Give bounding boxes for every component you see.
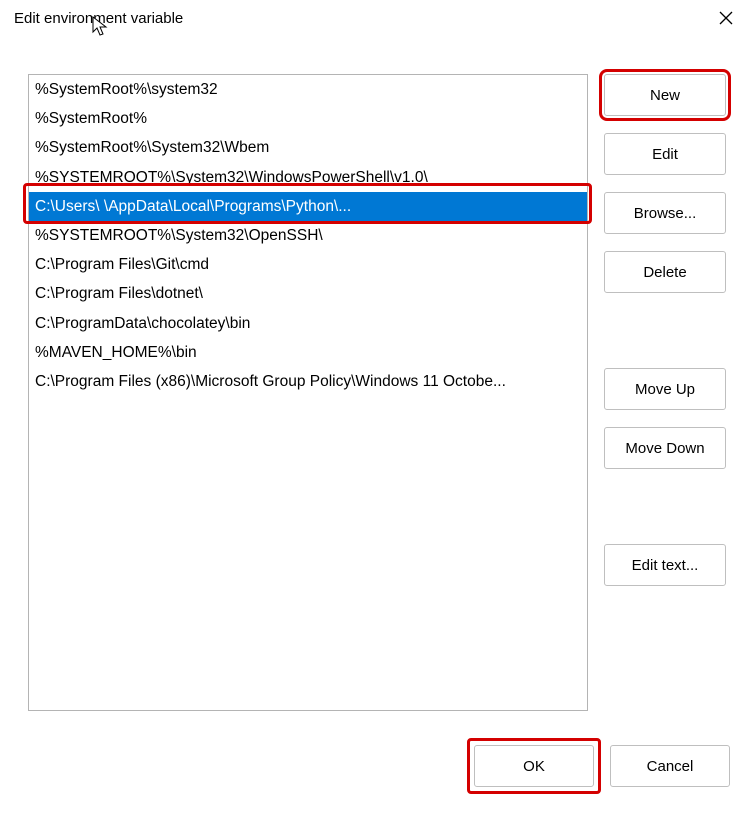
window-title: Edit environment variable bbox=[14, 10, 183, 27]
list-item[interactable]: %SystemRoot% bbox=[29, 104, 587, 133]
dialog-bottom-row: OK Cancel bbox=[0, 711, 754, 787]
close-icon bbox=[719, 11, 733, 25]
list-item[interactable]: %SYSTEMROOT%\System32\WindowsPowerShell\… bbox=[29, 163, 587, 192]
move-down-button[interactable]: Move Down bbox=[604, 427, 726, 469]
list-item[interactable]: C:\Program Files\Git\cmd bbox=[29, 250, 587, 279]
browse-button[interactable]: Browse... bbox=[604, 192, 726, 234]
list-item[interactable]: %SystemRoot%\system32 bbox=[29, 75, 587, 104]
ok-button[interactable]: OK bbox=[474, 745, 594, 787]
list-item[interactable]: C:\Program Files\dotnet\ bbox=[29, 279, 587, 308]
list-item[interactable]: %SystemRoot%\System32\Wbem bbox=[29, 133, 587, 162]
side-buttons: New Edit Browse... Delete Move Up Move D… bbox=[604, 74, 726, 711]
ok-highlight-wrap: OK bbox=[474, 745, 594, 787]
list-item[interactable]: C:\ProgramData\chocolatey\bin bbox=[29, 309, 587, 338]
list-item[interactable]: %SYSTEMROOT%\System32\OpenSSH\ bbox=[29, 221, 587, 250]
titlebar: Edit environment variable bbox=[0, 0, 754, 40]
new-button[interactable]: New bbox=[604, 74, 726, 116]
path-listbox[interactable]: %SystemRoot%\system32 %SystemRoot% %Syst… bbox=[28, 74, 588, 711]
delete-button[interactable]: Delete bbox=[604, 251, 726, 293]
dialog-content: %SystemRoot%\system32 %SystemRoot% %Syst… bbox=[0, 40, 754, 711]
edit-text-button[interactable]: Edit text... bbox=[604, 544, 726, 586]
cancel-button[interactable]: Cancel bbox=[610, 745, 730, 787]
edit-button[interactable]: Edit bbox=[604, 133, 726, 175]
list-item[interactable]: C:\Program Files (x86)\Microsoft Group P… bbox=[29, 367, 587, 396]
move-up-button[interactable]: Move Up bbox=[604, 368, 726, 410]
list-item[interactable]: %MAVEN_HOME%\bin bbox=[29, 338, 587, 367]
list-item-selected[interactable]: C:\Users\ \AppData\Local\Programs\Python… bbox=[29, 192, 587, 221]
close-button[interactable] bbox=[710, 4, 742, 32]
